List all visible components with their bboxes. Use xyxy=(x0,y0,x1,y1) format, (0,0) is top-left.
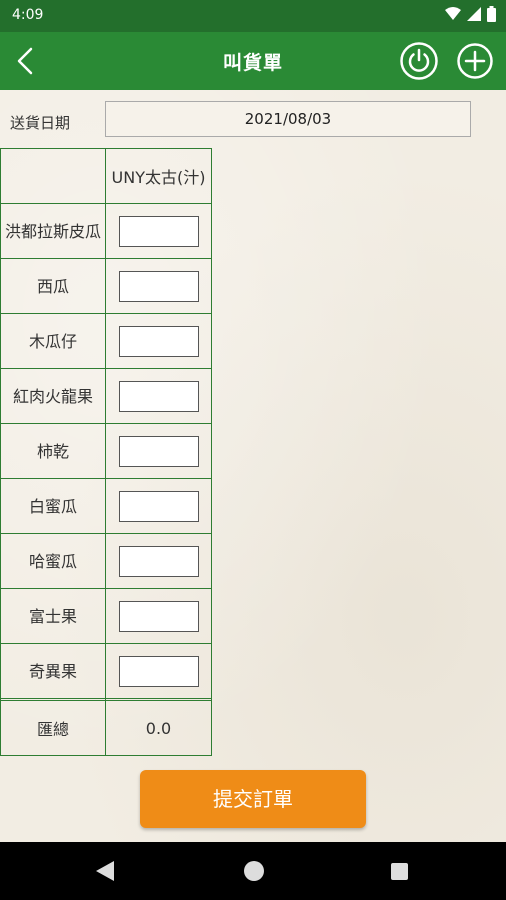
nav-home-icon[interactable] xyxy=(244,861,264,881)
store-header: UNY太古(汁) xyxy=(105,148,212,204)
order-table: UNY太古(汁) 洪都拉斯皮瓜 西瓜 木瓜仔 紅肉火龍果 柿乾 白蜜瓜 哈蜜瓜 … xyxy=(0,148,212,756)
item-name: 奇異果 xyxy=(0,643,106,699)
item-name: 木瓜仔 xyxy=(0,313,106,369)
header-empty-cell xyxy=(0,148,106,204)
total-label: 匯總 xyxy=(0,700,106,756)
battery-icon xyxy=(487,6,496,22)
app-bar: 叫貨單 xyxy=(0,32,506,90)
table-row: 木瓜仔 xyxy=(0,313,212,369)
status-bar: 4:09 xyxy=(0,0,506,32)
plus-circle-icon xyxy=(457,43,493,79)
table-row: 柿乾 xyxy=(0,423,212,479)
item-name: 西瓜 xyxy=(0,258,106,314)
table-row: 洪都拉斯皮瓜 xyxy=(0,203,212,259)
signal-icon xyxy=(467,7,481,21)
item-name: 富士果 xyxy=(0,588,106,644)
quantity-input[interactable] xyxy=(118,600,199,632)
submit-order-button[interactable]: 提交訂單 xyxy=(140,770,366,828)
item-name: 哈蜜瓜 xyxy=(0,533,106,589)
add-button[interactable] xyxy=(456,42,494,80)
quantity-input[interactable] xyxy=(118,490,199,522)
nav-back-icon[interactable] xyxy=(96,861,114,881)
status-time: 4:09 xyxy=(12,7,44,23)
table-row: 紅肉火龍果 xyxy=(0,368,212,424)
item-name: 柿乾 xyxy=(0,423,106,479)
table-row: 白蜜瓜 xyxy=(0,478,212,534)
power-button[interactable] xyxy=(399,41,439,81)
wifi-icon xyxy=(445,7,461,20)
item-name: 白蜜瓜 xyxy=(0,478,106,534)
table-row: 哈蜜瓜 xyxy=(0,533,212,589)
system-nav-bar xyxy=(0,842,506,900)
delivery-date-label: 送貨日期 xyxy=(10,114,71,132)
delivery-date-field[interactable]: 2021/08/03 xyxy=(105,101,471,137)
quantity-input[interactable] xyxy=(118,325,199,357)
table-row: 富士果 xyxy=(0,588,212,644)
table-row: 西瓜 xyxy=(0,258,212,314)
quantity-input[interactable] xyxy=(118,655,199,687)
item-name: 洪都拉斯皮瓜 xyxy=(0,203,106,259)
table-row: 奇異果 xyxy=(0,643,212,699)
power-icon xyxy=(400,42,438,80)
nav-recents-icon[interactable] xyxy=(391,863,408,880)
status-icons xyxy=(445,6,496,22)
quantity-input[interactable] xyxy=(118,270,199,302)
total-value: 0.0 xyxy=(105,700,212,756)
quantity-input[interactable] xyxy=(118,215,199,247)
table-header-row: UNY太古(汁) xyxy=(0,148,212,204)
quantity-input[interactable] xyxy=(118,380,199,412)
quantity-input[interactable] xyxy=(118,435,199,467)
quantity-input[interactable] xyxy=(118,545,199,577)
item-name: 紅肉火龍果 xyxy=(0,368,106,424)
total-row: 匯總 0.0 xyxy=(0,700,212,756)
